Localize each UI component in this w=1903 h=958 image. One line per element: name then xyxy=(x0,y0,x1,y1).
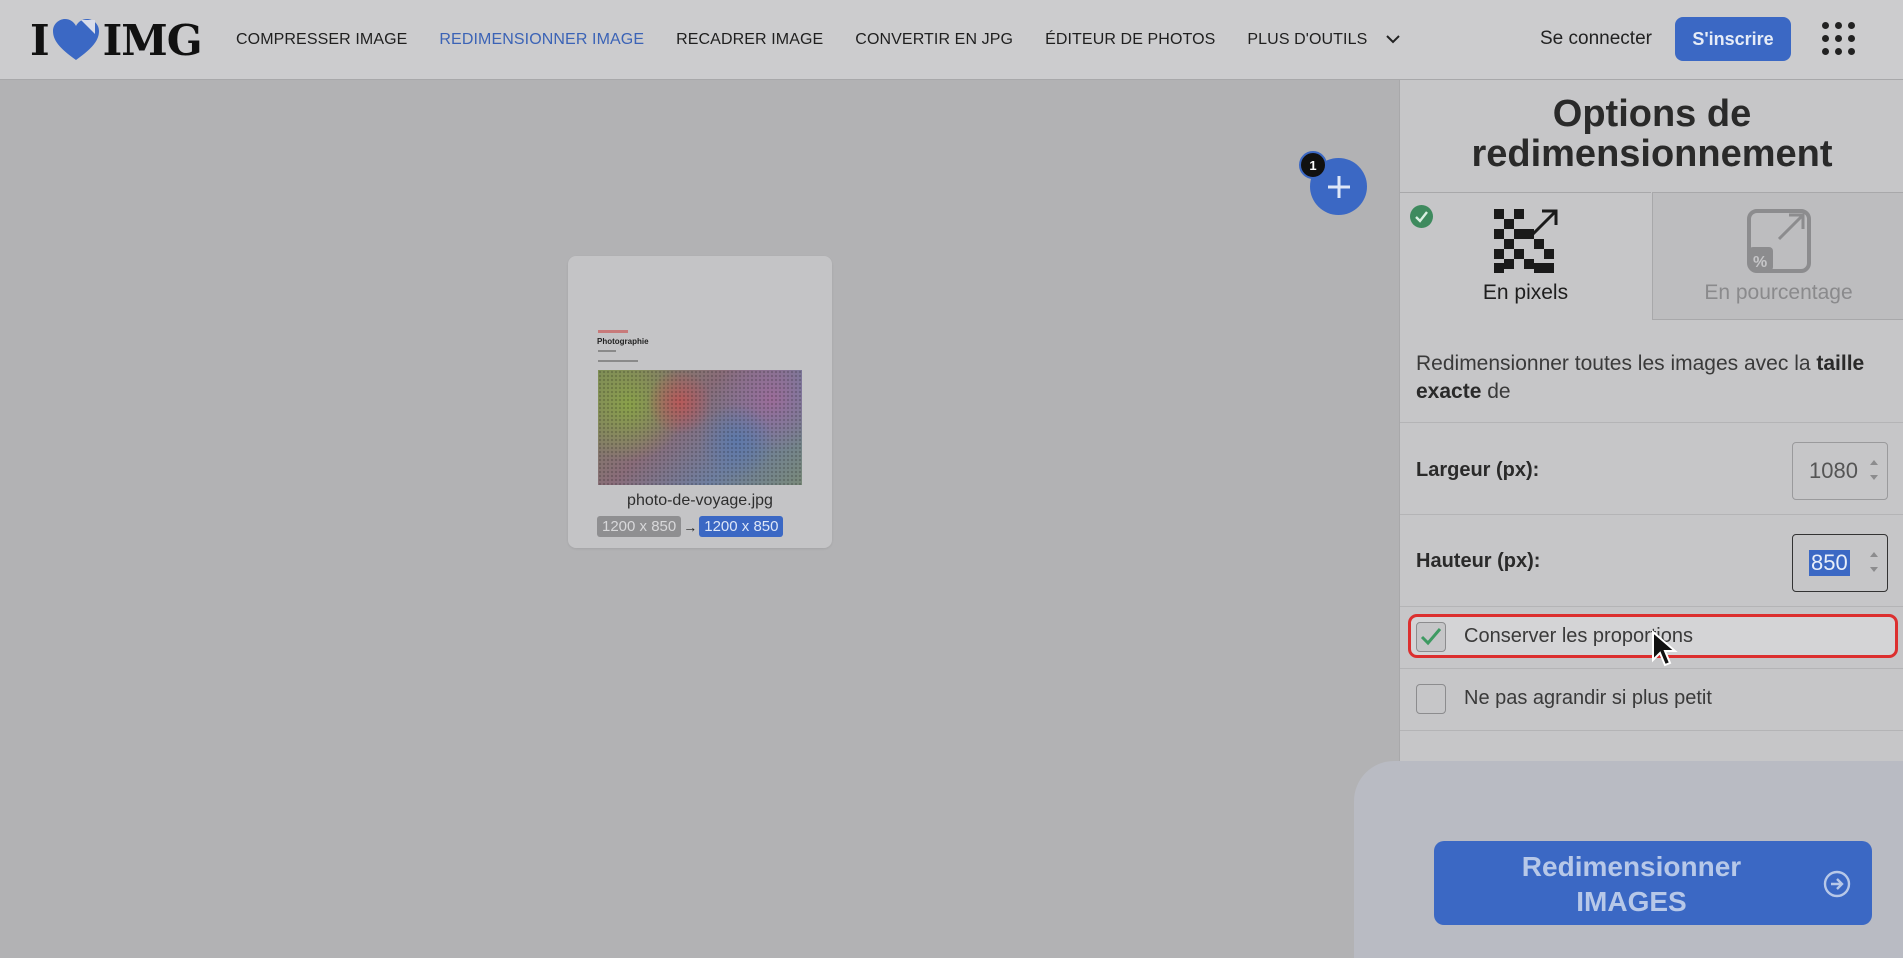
no-enlarge-option[interactable]: Ne pas agrandir si plus petit xyxy=(1400,676,1903,722)
thumb-text-line xyxy=(598,350,616,352)
spinner-arrows-icon[interactable] xyxy=(1869,455,1879,485)
description-text: Redimensionner toutes les images avec la xyxy=(1416,352,1817,375)
width-input[interactable]: 1080 xyxy=(1792,442,1888,500)
divider xyxy=(1400,422,1903,423)
thumb-tag-line xyxy=(598,330,628,333)
width-label: Largeur (px): xyxy=(1416,459,1540,481)
arrow-circle-right-icon xyxy=(1823,870,1851,898)
divider xyxy=(1400,514,1903,515)
divider xyxy=(1400,606,1903,607)
nav-photo-editor[interactable]: ÉDITEUR DE PHOTOS xyxy=(1045,31,1215,49)
nav-convert-jpg[interactable]: CONVERTIR EN JPG xyxy=(855,31,1013,49)
height-input[interactable]: 850 xyxy=(1792,534,1888,592)
signup-button[interactable]: S'inscrire xyxy=(1675,17,1791,61)
plus-icon xyxy=(1327,175,1350,198)
thumb-text-line xyxy=(598,360,638,362)
nav-compress[interactable]: COMPRESSER IMAGE xyxy=(236,31,407,49)
pixel-grid-resize-icon xyxy=(1494,209,1558,273)
logo-text-img: IMG xyxy=(102,15,203,65)
apps-menu-icon[interactable] xyxy=(1822,22,1856,56)
file-card[interactable]: Photographie photo-de-voyage.jpg 1200 x … xyxy=(568,256,832,548)
size-change-row: 1200 x 850 → 1200 x 850 xyxy=(597,516,784,537)
divider xyxy=(1400,730,1903,731)
file-count-badge: 1 xyxy=(1299,151,1327,179)
tab-percentage-label: En pourcentage xyxy=(1704,281,1853,304)
svg-text:%: % xyxy=(1753,254,1767,271)
nav-more-tools-label: PLUS D'OUTILS xyxy=(1247,31,1368,48)
login-link[interactable]: Se connecter xyxy=(1540,28,1652,50)
width-value: 1080 xyxy=(1809,458,1858,483)
height-value: 850 xyxy=(1809,550,1850,576)
no-enlarge-checkbox[interactable] xyxy=(1416,684,1446,714)
top-header: I IMG COMPRESSER IMAGE REDIMENSIONNER IM… xyxy=(0,0,1903,80)
checkmark-icon xyxy=(1420,628,1442,646)
main-nav: COMPRESSER IMAGE REDIMENSIONNER IMAGE RE… xyxy=(236,0,1432,80)
description-tail: de xyxy=(1481,380,1511,403)
ilovepdf-logo[interactable]: I IMG xyxy=(30,15,203,65)
heart-icon xyxy=(52,19,99,60)
file-name: photo-de-voyage.jpg xyxy=(627,492,773,509)
percent-resize-icon: % xyxy=(1747,209,1811,273)
panel-title: Options de redimensionnement xyxy=(1400,94,1903,174)
resize-description: Redimensionner toutes les images avec la… xyxy=(1416,350,1896,406)
logo-text-i: I xyxy=(30,15,50,65)
mouse-cursor-icon xyxy=(1652,630,1678,667)
tab-pixels[interactable]: En pixels xyxy=(1400,192,1651,320)
resize-images-button[interactable]: Redimensionner IMAGES xyxy=(1434,841,1872,925)
cta-line2: IMAGES xyxy=(1576,886,1687,917)
cta-line1: Redimensionner xyxy=(1521,851,1742,882)
spinner-arrows-icon[interactable] xyxy=(1869,547,1879,577)
arrow-right-icon: → xyxy=(683,518,698,535)
panel-title-line1: Options de xyxy=(1552,93,1752,135)
file-thumbnail xyxy=(598,370,802,485)
panel-title-line2: redimensionnement xyxy=(1471,133,1833,175)
tab-percentage[interactable]: % En pourcentage xyxy=(1652,192,1903,320)
nav-resize[interactable]: REDIMENSIONNER IMAGE xyxy=(439,31,644,49)
size-new: 1200 x 850 xyxy=(699,516,784,537)
nav-crop[interactable]: RECADRER IMAGE xyxy=(676,31,823,49)
size-original: 1200 x 850 xyxy=(597,516,682,537)
check-circle-icon xyxy=(1410,205,1433,228)
workspace-area: Photographie photo-de-voyage.jpg 1200 x … xyxy=(0,80,1399,958)
chevron-down-icon xyxy=(1386,35,1400,44)
no-enlarge-label: Ne pas agrandir si plus petit xyxy=(1464,687,1712,709)
keep-ratio-checkbox[interactable] xyxy=(1416,622,1446,652)
tab-pixels-label: En pixels xyxy=(1482,281,1569,304)
nav-more-tools[interactable]: PLUS D'OUTILS xyxy=(1247,31,1400,49)
thumb-title: Photographie xyxy=(597,337,649,346)
resize-mode-tabs: En pixels % En pourcentage xyxy=(1400,192,1903,322)
height-label: Hauteur (px): xyxy=(1416,550,1541,572)
